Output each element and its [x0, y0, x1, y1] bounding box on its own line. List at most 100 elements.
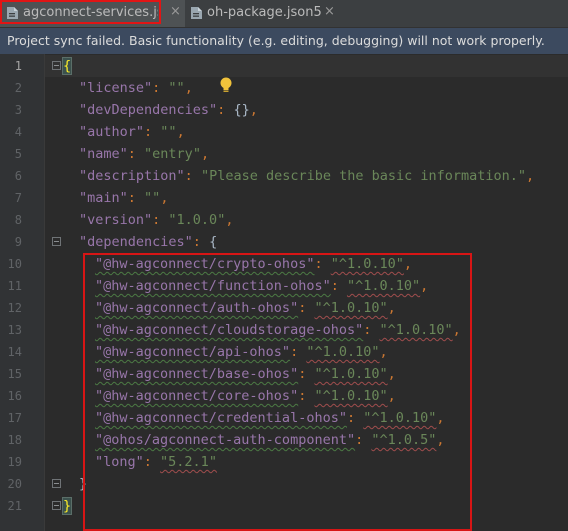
- json-value: "^1.0.10": [379, 322, 453, 338]
- tab-label: agconnect-services.json: [23, 5, 158, 20]
- colon: :: [314, 256, 331, 272]
- json-key-text: "@hw-agconnect/auth-ohos": [95, 300, 299, 316]
- tab-agconnect-services-json[interactable]: agconnect-services.json ×: [0, 0, 185, 27]
- json-value: "entry": [144, 146, 201, 162]
- comma: ,: [420, 278, 429, 294]
- json-value: "^1.0.10": [314, 388, 388, 404]
- comma: ,: [160, 190, 169, 206]
- fold-marker-icon[interactable]: [52, 237, 61, 246]
- code-line-8: "version": "1.0.0",: [79, 209, 233, 231]
- code-line-13: "@hw-agconnect/cloudstorage-ohos": "^1.0…: [95, 319, 461, 341]
- colon: :: [127, 146, 145, 162]
- json-key: "author": [79, 124, 145, 140]
- code-line-15: "@hw-agconnect/base-ohos": "^1.0.10",: [95, 363, 396, 385]
- code-line-6: "description": "Please describe the basi…: [79, 165, 534, 187]
- line-number: 14: [7, 345, 22, 359]
- line-number: 11: [7, 279, 22, 293]
- json-value: "^1.0.10": [363, 410, 437, 426]
- json-value: "^1.0.10": [314, 300, 388, 316]
- close-brace: }: [61, 497, 73, 515]
- json-key: "@hw-agconnect/core-ohos": [95, 388, 298, 404]
- fold-marker-icon[interactable]: [52, 501, 61, 510]
- current-line-highlight: [45, 55, 568, 77]
- code-editor[interactable]: 1 2 3 4 5 6 7 8 9 10 11 12 13 14 15 16 1…: [0, 54, 568, 531]
- code-line-10: "@hw-agconnect/crypto-ohos": "^1.0.10",: [95, 253, 412, 275]
- colon: :: [152, 212, 169, 228]
- colon: :: [298, 388, 315, 404]
- json-key: "@hw-agconnect/cloudstorage-ohos": [95, 322, 363, 338]
- lightbulb-icon[interactable]: [218, 76, 234, 94]
- fold-marker-icon[interactable]: [52, 479, 61, 488]
- json-value: "": [168, 80, 185, 96]
- json-file-icon: [191, 7, 202, 19]
- code-line-11: "@hw-agconnect/function-ohos": "^1.0.10"…: [95, 275, 428, 297]
- json-key-text: "@hw-agconnect/base-ohos": [95, 366, 299, 382]
- json-key: "@hw-agconnect/base-ohos": [95, 366, 298, 382]
- json-key: "description": [79, 168, 185, 184]
- comma: ,: [200, 146, 210, 162]
- close-icon[interactable]: ×: [324, 4, 335, 19]
- comma: ,: [387, 366, 396, 382]
- colon: :: [143, 454, 161, 470]
- code-line-5: "name": "entry",: [79, 143, 209, 165]
- code-line-2: "license": "",: [79, 77, 193, 99]
- comma: ,: [403, 256, 413, 272]
- comma: ,: [184, 80, 193, 96]
- comma: ,: [526, 168, 535, 184]
- json-value: "^1.0.10": [330, 256, 404, 272]
- colon: :: [127, 190, 145, 206]
- comma: ,: [387, 388, 396, 404]
- comma: ,: [436, 410, 445, 426]
- line-number: 21: [7, 499, 22, 513]
- line-number: 12: [7, 301, 22, 315]
- tab-oh-package-json5[interactable]: oh-package.json5 ×: [187, 0, 342, 27]
- json-key: "@ohos/agconnect-auth-component": [95, 432, 355, 448]
- json-file-icon: [7, 7, 18, 19]
- sync-failed-banner: Project sync failed. Basic functionality…: [0, 28, 568, 54]
- code-line-18: "@ohos/agconnect-auth-component": "^1.0.…: [95, 429, 445, 451]
- line-number: 10: [7, 257, 22, 271]
- json-key: "@hw-agconnect/crypto-ohos": [95, 256, 314, 272]
- json-key-text: "@hw-agconnect/cloudstorage-ohos": [95, 322, 364, 338]
- json-value: "^1.0.10": [346, 278, 421, 294]
- line-number: 17: [7, 411, 22, 425]
- colon: :: [298, 300, 315, 316]
- line-number: 13: [7, 323, 22, 337]
- close-brace: }: [79, 476, 88, 492]
- code-line-9: "dependencies": {: [79, 231, 217, 253]
- line-number: 1: [14, 59, 22, 73]
- colon: :: [290, 344, 307, 360]
- fold-marker-icon[interactable]: [52, 61, 61, 70]
- gutter-divider: [44, 54, 45, 531]
- code-line-16: "@hw-agconnect/core-ohos": "^1.0.10",: [95, 385, 396, 407]
- code-line-19: "long": "5.2.1": [95, 451, 217, 473]
- code-line-20: }: [79, 473, 87, 495]
- code-line-7: "main": "",: [79, 187, 168, 209]
- editor-tab-bar: agconnect-services.json × oh-package.jso…: [0, 0, 568, 28]
- colon: :: [298, 366, 315, 382]
- line-number: 20: [7, 477, 22, 491]
- json-key: "@hw-agconnect/function-ohos": [95, 278, 331, 294]
- json-key: "@hw-agconnect/credential-ohos": [95, 410, 347, 426]
- json-key: "long": [95, 454, 144, 470]
- open-brace: {: [61, 57, 73, 75]
- comma: ,: [176, 124, 185, 140]
- colon: :: [144, 124, 161, 140]
- json-key-text: "@hw-agconnect/credential-ohos": [95, 410, 347, 426]
- line-number: 18: [7, 433, 22, 447]
- json-value: "5.2.1": [160, 454, 217, 470]
- code-line-1: {: [61, 55, 73, 77]
- line-number: 15: [7, 367, 22, 381]
- close-icon[interactable]: ×: [170, 4, 181, 19]
- line-number: 9: [14, 235, 22, 249]
- open-brace: {: [209, 234, 218, 250]
- tab-label: oh-package.json5: [207, 5, 322, 20]
- json-value: "": [160, 124, 177, 140]
- colon: :: [363, 322, 380, 338]
- colon: :: [330, 278, 347, 294]
- json-key: "license": [79, 80, 153, 96]
- colon: :: [346, 410, 364, 426]
- line-number: 8: [14, 213, 22, 227]
- line-number: 19: [7, 455, 22, 469]
- json-key: "main": [79, 190, 128, 206]
